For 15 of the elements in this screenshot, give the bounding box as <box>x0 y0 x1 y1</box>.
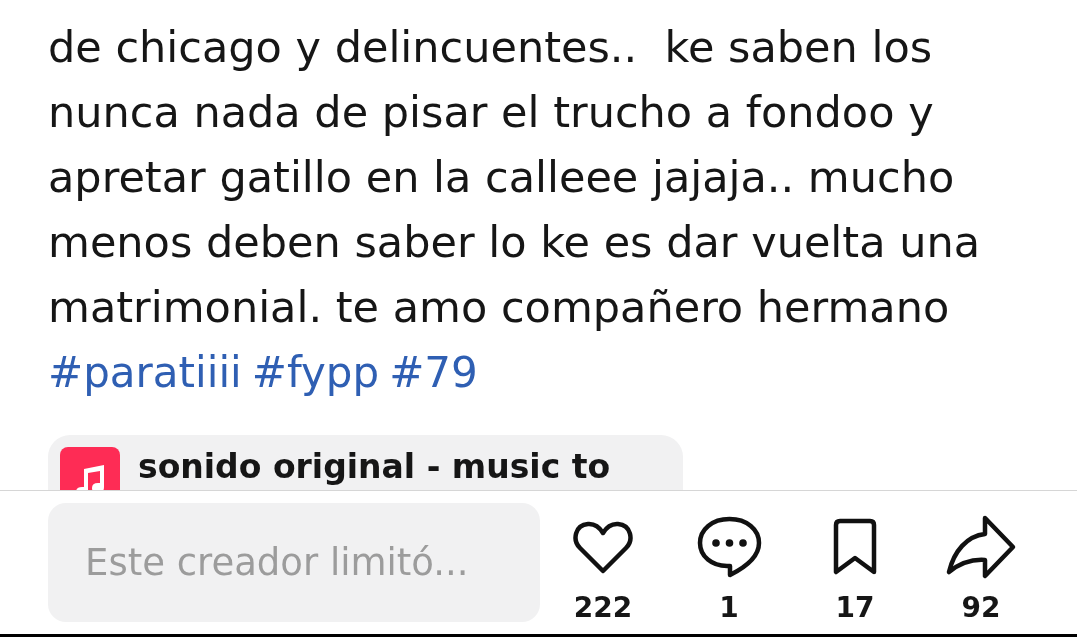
share-icon <box>945 514 1017 580</box>
hashtag-link[interactable]: #paratiiii <box>48 340 242 405</box>
share-button[interactable]: 92 <box>918 503 1044 625</box>
hashtag-link[interactable]: #fypp <box>251 340 380 405</box>
hashtag-link[interactable]: #79 <box>389 340 478 405</box>
comment-field[interactable]: Este creador limitó... <box>48 503 540 622</box>
heart-icon <box>572 519 634 575</box>
sound-chip[interactable]: sonido original - music to <box>48 435 683 490</box>
like-button[interactable]: 222 <box>540 503 666 625</box>
comment-button[interactable]: 1 <box>666 503 792 625</box>
music-note-icon <box>60 447 120 490</box>
caption-text: de chicago y delincuentes.. ke saben los nunca nada de pisar el trucho a fondoo y apretar gatillo en la calleee jajaja.. mucho menos deben saber lo ke es dar vuelta una matrimonial. te amo compañero hermano <box>48 21 982 334</box>
save-button[interactable]: 17 <box>792 503 918 625</box>
bookmark-icon <box>832 518 878 576</box>
speech-bubble-icon <box>696 516 762 578</box>
